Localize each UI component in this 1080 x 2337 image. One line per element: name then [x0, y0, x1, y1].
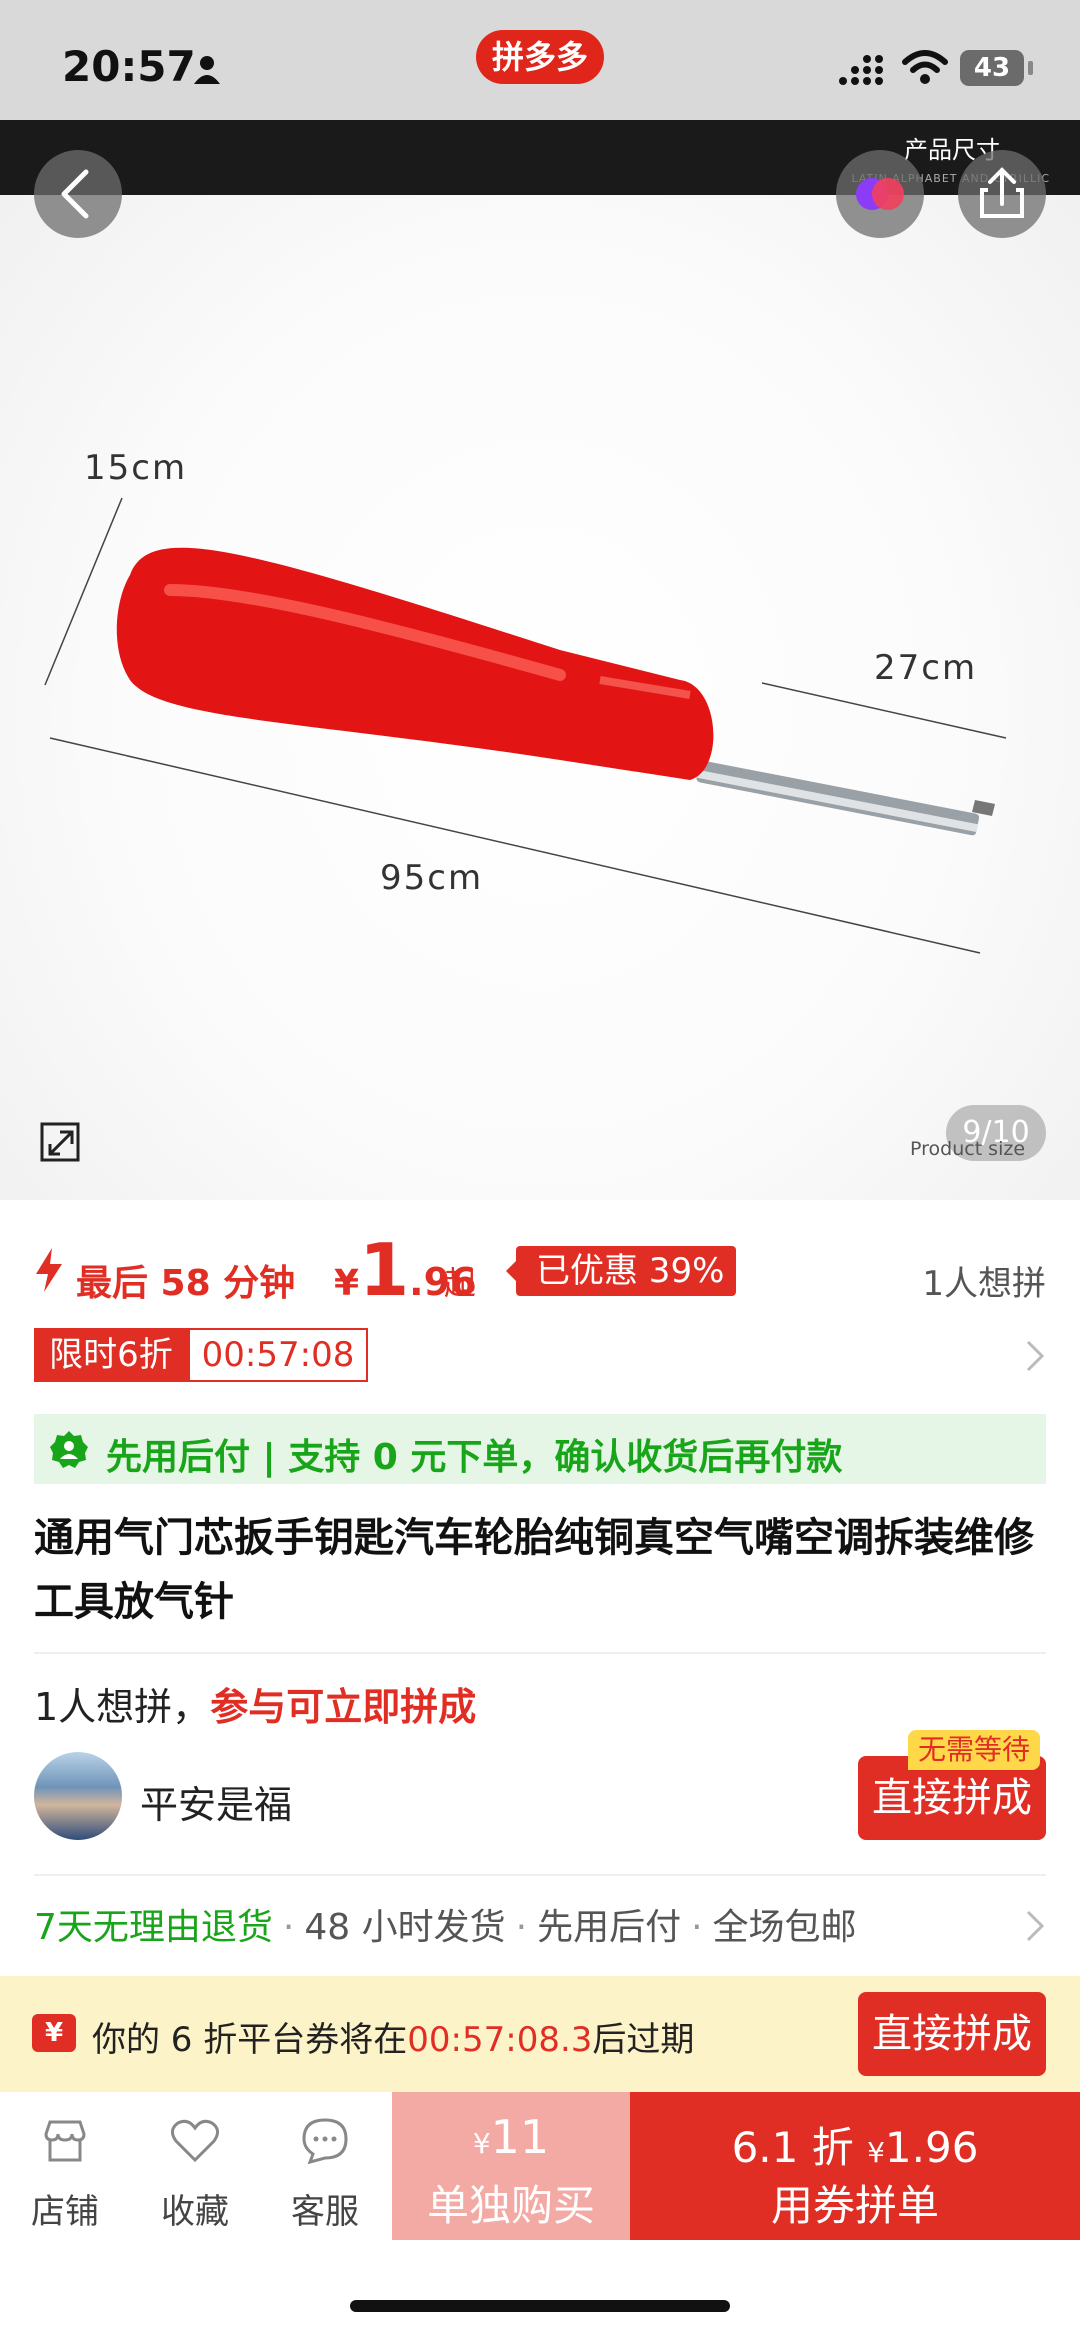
shipping-time: 48 小时发货 [304, 1907, 506, 1948]
customer-service-button[interactable]: 客服 [260, 2092, 390, 2242]
solo-price-symbol: ¥ [472, 2127, 491, 2160]
want-count: 1人想拼 [922, 1264, 1046, 1304]
signal-icon [839, 55, 883, 85]
battery-indicator: 43 [960, 50, 1024, 86]
badge-check-icon [50, 1431, 88, 1468]
store-button[interactable]: 店铺 [0, 2092, 130, 2242]
group-price: 6.1 折 ¥1.96 [630, 2114, 1080, 2175]
avatar-orb-icon [856, 178, 904, 210]
back-button[interactable] [34, 150, 122, 238]
chat-icon [302, 2118, 348, 2165]
app-badge: 拼多多 [476, 30, 604, 84]
status-time: 20:57 [62, 42, 196, 91]
solo-price: ¥11 [392, 2110, 630, 2164]
service-guarantees[interactable]: 7天无理由退货 · 48 小时发货 · 先用后付 · 全场包邮 [34, 1898, 1046, 1954]
wifi-icon [902, 50, 948, 84]
solo-label: 单独购买 [426, 2181, 595, 2230]
product-size-caption: Product size [910, 1138, 1026, 1160]
coupon-text-prefix: 你的 6 折平台券将在 [92, 2020, 408, 2060]
share-button[interactable] [958, 150, 1046, 238]
fullscreen-icon[interactable] [38, 1120, 84, 1166]
price-row: 最后 58 分钟 ¥1.96 起 已优惠 39% 1人想拼 [34, 1228, 1046, 1312]
person-icon [194, 56, 220, 84]
limited-timer: 00:57:08 [188, 1328, 368, 1382]
coupon-text-suffix: 后过期 [592, 2020, 695, 2060]
group-invite-line: 1人想拼，参与可立即拼成 [34, 1676, 476, 1731]
countdown-text: 最后 58 分钟 [76, 1263, 296, 1304]
group-user-name: 平安是福 [140, 1783, 293, 1827]
chevron-right-icon [1026, 1910, 1045, 1942]
group-join-text: 参与可立即拼成 [210, 1685, 477, 1729]
favorite-button[interactable]: 收藏 [130, 2092, 260, 2242]
avatar [34, 1752, 122, 1840]
heart-icon [171, 2119, 219, 2163]
limited-offer-row[interactable]: 限时6折 00:57:08 [34, 1328, 1046, 1382]
return-policy: 7天无理由退货 [34, 1907, 273, 1948]
solo-price-value: 11 [490, 2110, 550, 2164]
no-wait-tag: 无需等待 [908, 1730, 1041, 1770]
coupon-join-button[interactable]: 直接拼成 [858, 1992, 1046, 2076]
bottom-action-bar: 店铺 收藏 客服 ¥11 单独购买 6.1 折 ¥1.96 用券拼单 [0, 2092, 1080, 2242]
share-icon [980, 167, 1024, 218]
coupon-text: 你的 6 折平台券将在00:57:08.3后过期 [92, 2012, 694, 2061]
dimension-width: 15cm [84, 448, 188, 488]
group-buy-button[interactable]: 6.1 折 ¥1.96 用券拼单 [630, 2092, 1080, 2240]
free-shipping: 全场包邮 [712, 1907, 857, 1948]
price-suffix: 起 [444, 1264, 477, 1302]
dimension-tip: 27cm [874, 648, 978, 688]
coupon-icon: ¥ [32, 2014, 76, 2052]
lightning-icon [36, 1248, 62, 1292]
buy-alone-button[interactable]: ¥11 单独购买 [392, 2092, 630, 2240]
chevron-right-icon [1026, 1340, 1045, 1372]
pay-later-service: 先用后付 [537, 1907, 682, 1948]
group-count-text: 1人想拼， [34, 1685, 211, 1729]
price-integer: 1 [359, 1228, 410, 1312]
group-discount: 6.1 折 [731, 2123, 854, 2172]
dimension-length: 95cm [380, 858, 484, 898]
product-gallery[interactable]: 产品尺寸 LATIN ALPHABET AND CYRILLIC 15cm 95… [0, 120, 1080, 1200]
service-label: 客服 [291, 2192, 359, 2232]
battery-tip [1028, 61, 1033, 75]
chevron-left-icon [61, 169, 89, 219]
group-price-symbol: ¥ [867, 2136, 885, 2169]
pay-later-banner[interactable]: 先用后付 | 支持 0 元下单，确认收货后再付款 [34, 1414, 1046, 1484]
discount-badge: 已优惠 39% [505, 1246, 737, 1296]
product-title: 通用气门芯扳手钥匙汽车轮胎纯铜真空气嘴空调拆装维修工具放气针 [34, 1515, 1034, 1625]
divider [34, 1874, 1046, 1876]
group-price-value: 1.96 [884, 2123, 979, 2172]
live-avatar-button[interactable] [836, 150, 924, 238]
price-symbol: ¥ [334, 1263, 360, 1304]
status-bar: 20:57 拼多多 43 [0, 0, 1080, 120]
coupon-expiry-time: 00:57:08.3 [407, 2020, 593, 2060]
limited-discount-tag: 限时6折 [34, 1328, 188, 1382]
divider [34, 1652, 1046, 1654]
store-label: 店铺 [31, 2192, 99, 2232]
favorite-label: 收藏 [161, 2192, 229, 2232]
coupon-bar: ¥ 你的 6 折平台券将在00:57:08.3后过期 直接拼成 [0, 1976, 1080, 2092]
store-icon [44, 2120, 86, 2162]
group-label: 用券拼单 [770, 2181, 939, 2230]
pay-later-text: 先用后付 | 支持 0 元下单，确认收货后再付款 [106, 1437, 843, 1478]
home-indicator[interactable] [350, 2300, 730, 2312]
